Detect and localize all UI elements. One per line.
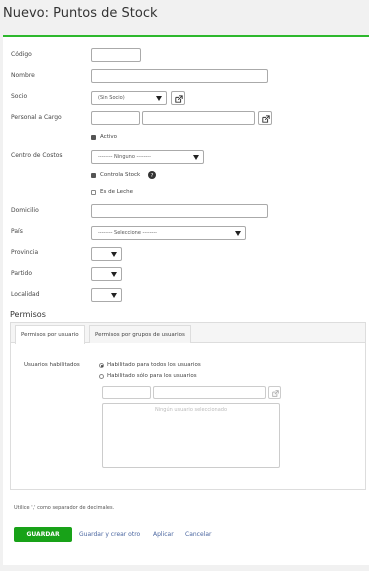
activo-checkbox[interactable] — [91, 135, 96, 140]
nombre-label: Nombre — [11, 72, 35, 79]
usuario-code-input — [102, 386, 151, 399]
partido-select[interactable] — [91, 267, 122, 281]
external-link-icon — [272, 390, 279, 397]
radio-solo-usuarios-label: Habilitado sólo para los usuarios — [107, 373, 197, 379]
tab-permisos-por-usuario[interactable]: Permisos por usuario — [15, 325, 85, 344]
radio-solo-usuarios[interactable] — [99, 374, 104, 379]
permisos-tabs-box: Permisos por usuario Permisos por grupos… — [10, 322, 366, 490]
pais-selected: -------- Seleccione -------- — [98, 230, 157, 236]
partido-label: Partido — [11, 270, 32, 277]
socio-select[interactable]: (Sin Socio) — [91, 91, 167, 105]
decimal-hint: Utilice ',' como separador de decimales. — [14, 505, 115, 511]
socio-label: Socio — [11, 93, 28, 100]
radio-todos-usuarios-label: Habilitado para todos los usuarios — [107, 362, 201, 368]
radio-todos-usuarios[interactable] — [99, 363, 104, 368]
usuario-open-button — [268, 386, 281, 399]
pais-label: País — [11, 228, 23, 235]
es-de-leche-checkbox[interactable] — [91, 190, 96, 195]
external-link-icon — [175, 95, 183, 103]
chevron-down-icon — [193, 155, 199, 160]
centro-costos-label: Centro de Costos — [11, 152, 63, 159]
provincia-label: Provincia — [11, 249, 39, 256]
external-link-icon — [262, 115, 270, 123]
cancel-link[interactable]: Cancelar — [185, 531, 211, 538]
personal-code-input[interactable] — [91, 111, 140, 125]
help-icon[interactable]: ? — [148, 171, 156, 179]
socio-selected: (Sin Socio) — [98, 95, 125, 101]
personal-name-input[interactable] — [142, 111, 255, 125]
tab-permisos-por-grupos[interactable]: Permisos por grupos de usuarios — [89, 325, 191, 343]
page-title: Nuevo: Puntos de Stock — [3, 6, 158, 21]
localidad-select[interactable] — [91, 288, 122, 302]
codigo-label: Código — [11, 51, 32, 58]
socio-open-button[interactable] — [171, 91, 185, 105]
chevron-down-icon — [111, 252, 117, 257]
pais-select[interactable]: -------- Seleccione -------- — [91, 226, 246, 240]
usuario-name-input — [153, 386, 266, 399]
usuarios-list: Ningún usuario seleccionado — [102, 403, 280, 468]
personal-label: Personal a Cargo — [11, 114, 62, 121]
permisos-title: Permisos — [10, 310, 46, 319]
es-de-leche-label: Es de Leche — [100, 189, 133, 195]
save-and-new-link[interactable]: Guardar y crear otro — [79, 531, 140, 538]
nombre-input[interactable] — [91, 69, 268, 83]
domicilio-label: Domicilio — [11, 207, 39, 214]
usuarios-empty-text: Ningún usuario seleccionado — [154, 407, 228, 413]
chevron-down-icon — [111, 272, 117, 277]
localidad-label: Localidad — [11, 291, 40, 298]
permisos-tabbar: Permisos por usuario Permisos por grupos… — [11, 323, 365, 344]
usuarios-habilitados-label: Usuarios habilitados — [24, 362, 80, 368]
activo-label: Activo — [100, 134, 117, 140]
apply-link[interactable]: Aplicar — [153, 531, 174, 538]
provincia-select[interactable] — [91, 247, 122, 261]
chevron-down-icon — [111, 293, 117, 298]
controla-stock-checkbox[interactable] — [91, 173, 96, 178]
codigo-input[interactable] — [91, 48, 141, 62]
controla-stock-label: Controla Stock — [100, 172, 141, 178]
personal-open-button[interactable] — [258, 111, 272, 125]
chevron-down-icon — [235, 231, 241, 236]
centro-costos-select[interactable]: -------- Ninguno -------- — [91, 150, 204, 164]
centro-costos-selected: -------- Ninguno -------- — [98, 154, 151, 160]
domicilio-input[interactable] — [91, 204, 268, 218]
svg-text:?: ? — [151, 173, 154, 179]
chevron-down-icon — [156, 96, 162, 101]
save-button[interactable]: GUARDAR — [14, 527, 72, 542]
